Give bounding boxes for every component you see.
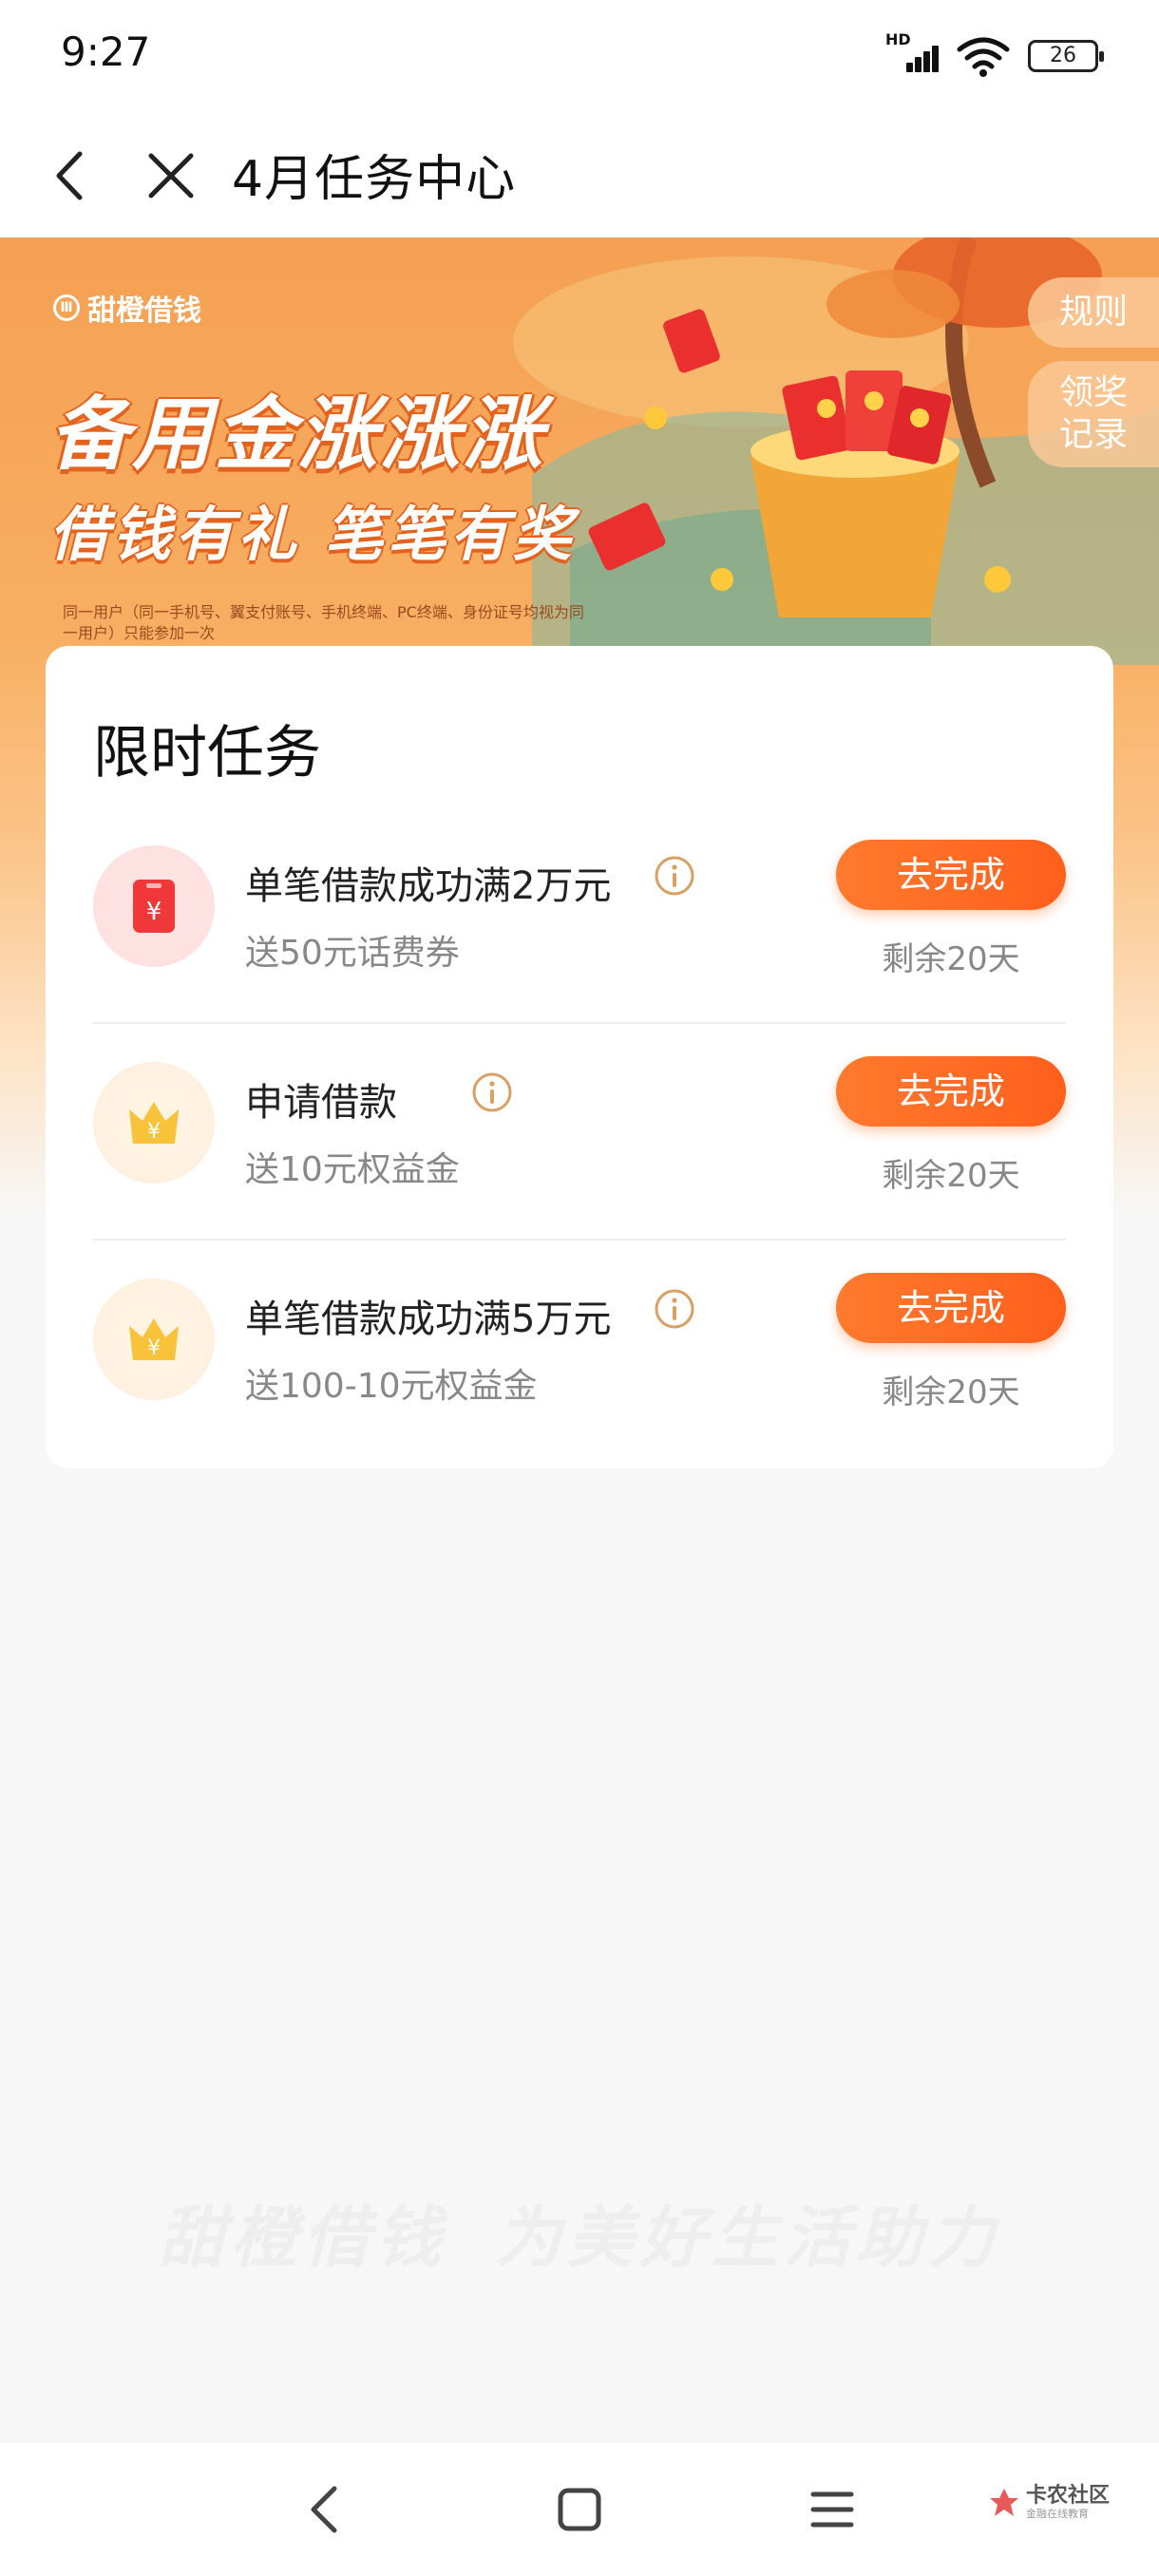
task-title: 申请借款	[245, 1081, 397, 1125]
brand-logo: Ⅲ 甜橙借钱	[53, 287, 201, 329]
svg-text:¥: ¥	[147, 1336, 161, 1360]
brand-mark-icon: Ⅲ	[53, 294, 80, 321]
back-button[interactable]	[38, 142, 104, 209]
watermark-logo-icon	[990, 2489, 1018, 2516]
task-reward: 送10元权益金	[245, 1150, 460, 1189]
nav-header: 4月任务中心	[0, 114, 1159, 237]
remaining-days: 剩余20天	[882, 1373, 1020, 1411]
info-icon[interactable]	[654, 1288, 695, 1330]
svg-text:¥: ¥	[146, 898, 162, 926]
task-row: ¥ 申请借款 送10元权益金 去完成 剩余20天	[93, 1024, 1066, 1241]
task-icon: ¥	[93, 1279, 215, 1400]
banner-headline: 备用金涨涨涨	[49, 388, 546, 481]
task-reward: 送50元话费券	[245, 934, 460, 973]
footer-slogan: 甜橙借钱 为美好生活助力	[158, 2199, 1001, 2277]
task-title: 单笔借款成功满2万元	[245, 864, 612, 908]
wifi-icon	[957, 37, 1010, 77]
task-row: ¥ 单笔借款成功满5万元 送100-10元权益金 去完成 剩余20天	[93, 1241, 1066, 1457]
battery-icon: 26	[1028, 40, 1104, 72]
rules-button[interactable]: 规则	[1028, 277, 1159, 348]
section-title: 限时任务	[93, 720, 321, 786]
status-icons: HD 26	[885, 30, 1104, 78]
watermark: 卡农社区 金融在线教育	[988, 2485, 1110, 2521]
close-button[interactable]	[138, 142, 204, 209]
task-reward: 送100-10元权益金	[245, 1367, 538, 1406]
reward-records-button[interactable]: 领奖 记录	[1028, 361, 1159, 467]
go-complete-button[interactable]: 去完成	[836, 840, 1066, 910]
gold-crown-yuan-icon: ¥	[129, 1102, 179, 1144]
banner-note: 同一用户（同一手机号、翼支付账号、手机终端、PC终端、身份证号均视为同一用户）只…	[63, 603, 584, 642]
task-icon: ¥	[93, 1062, 215, 1184]
page-title: 4月任务中心	[232, 151, 517, 208]
cellular-signal-icon: HD	[885, 30, 939, 78]
task-row: ¥ 单笔借款成功满2万元 送50元话费券 去完成 剩余20天	[93, 807, 1066, 1024]
remaining-days: 剩余20天	[882, 1157, 1020, 1195]
system-back-button[interactable]	[302, 2481, 350, 2538]
system-menu-button[interactable]	[808, 2485, 857, 2534]
status-bar: 9:27 HD 26	[0, 0, 1159, 114]
banner-subline: 借钱有礼 笔笔有奖	[49, 500, 576, 569]
go-complete-button[interactable]: 去完成	[836, 1273, 1066, 1343]
system-nav-bar: 卡农社区 金融在线教育	[0, 2443, 1159, 2576]
info-icon[interactable]	[654, 855, 695, 897]
remaining-days: 剩余20天	[882, 940, 1020, 978]
system-home-button[interactable]	[555, 2485, 604, 2534]
status-time: 9:27	[61, 28, 151, 75]
svg-text:¥: ¥	[147, 1120, 161, 1144]
task-title: 单笔借款成功满5万元	[245, 1297, 612, 1341]
info-icon[interactable]	[471, 1071, 513, 1113]
gold-crown-yuan-icon: ¥	[129, 1318, 179, 1360]
task-icon: ¥	[93, 845, 215, 967]
task-card: 限时任务 ¥ 单笔借款成功满2万元 送50元话费券 去完成 剩余20天 ¥ 申请…	[46, 646, 1113, 1468]
red-phone-coupon-icon: ¥	[133, 880, 175, 933]
go-complete-button[interactable]: 去完成	[836, 1056, 1066, 1127]
